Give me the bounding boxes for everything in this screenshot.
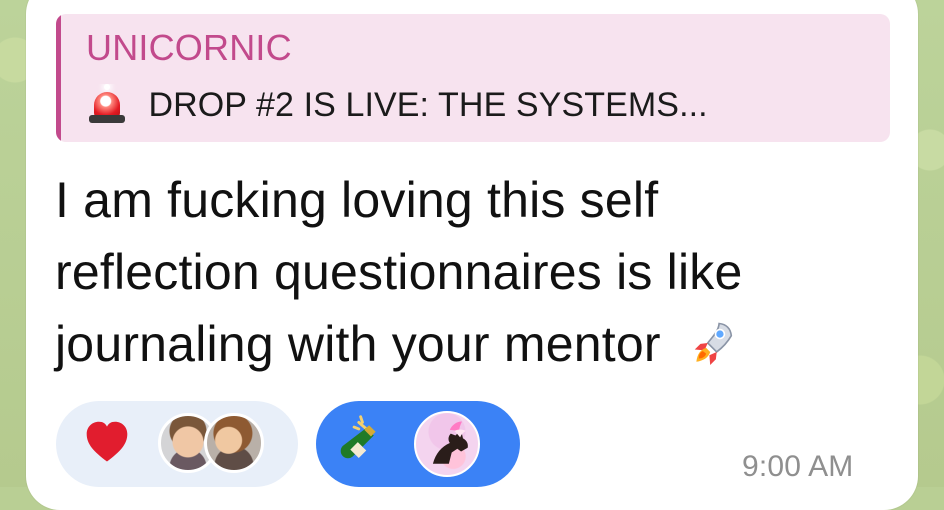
message-line: I am fucking loving this self — [55, 172, 659, 228]
message-body: I am fucking loving this self reflection… — [55, 164, 875, 380]
reaction-heart[interactable] — [56, 401, 298, 487]
rocket-icon — [694, 322, 732, 365]
reply-preview-text-row: DROP #2 IS LIVE: THE SYSTEMS... — [88, 84, 878, 128]
reply-preview[interactable]: UNICORNIC DROP #2 IS LIVE: THE SYSTEMS..… — [56, 14, 890, 142]
reply-accent-bar — [56, 14, 61, 142]
reply-author: UNICORNIC — [86, 27, 292, 68]
avatar — [204, 413, 264, 473]
message-line: journaling with your mentor — [55, 316, 661, 372]
message-timestamp: 9:00 AM — [742, 450, 854, 483]
message-line: reflection questionnaires is like — [55, 244, 743, 300]
reaction-champagne[interactable] — [316, 401, 520, 487]
avatar — [414, 411, 480, 477]
heart-icon — [86, 421, 128, 462]
message-line-with-emoji: journaling with your mentor — [55, 308, 875, 380]
rotating-light-icon — [88, 84, 126, 126]
reply-preview-text: DROP #2 IS LIVE: THE SYSTEMS... — [148, 86, 708, 124]
champagne-bottle-icon — [340, 415, 376, 459]
